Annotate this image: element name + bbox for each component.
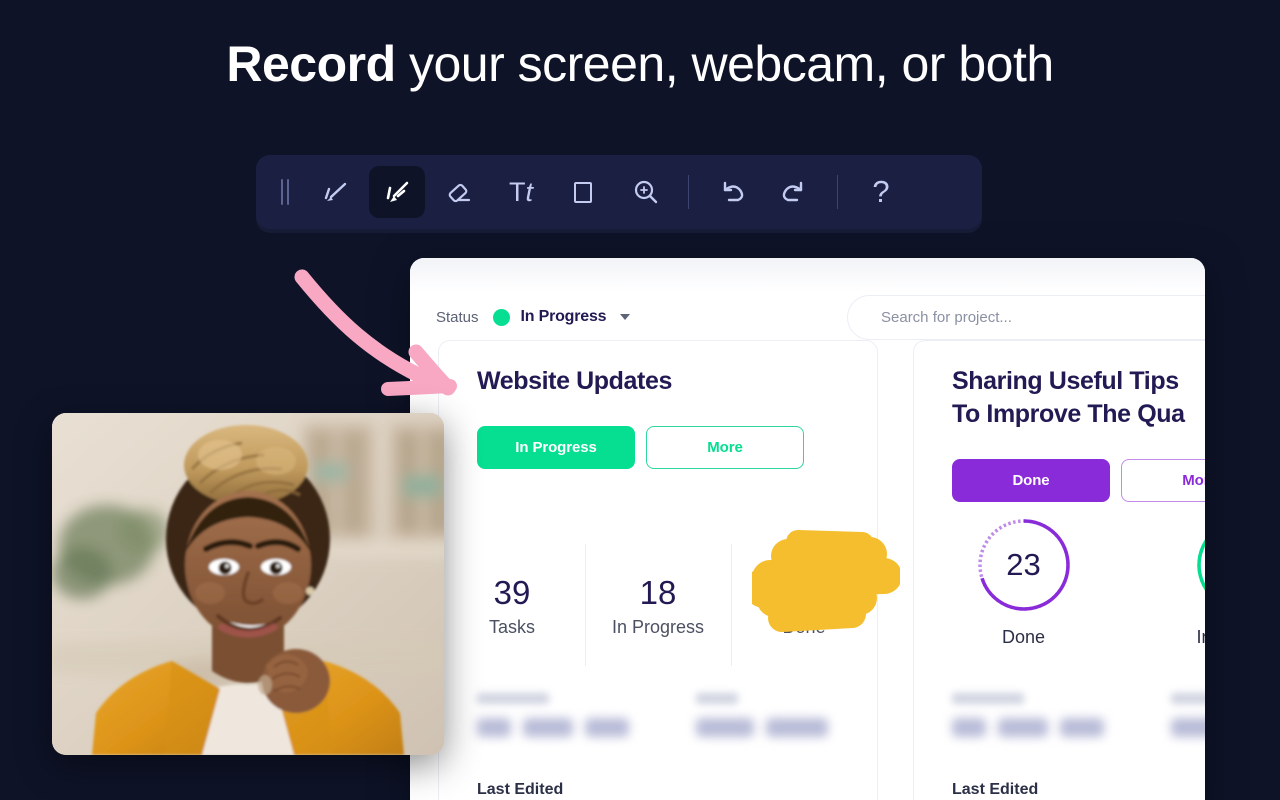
blurred-label xyxy=(696,693,738,704)
donut-chart: 39 xyxy=(1194,516,1206,614)
annotation-toolbar: Tt ? xyxy=(256,155,982,229)
blurred-value-row xyxy=(1171,718,1205,737)
status-button-in-progress[interactable]: In Progress xyxy=(477,426,635,469)
redo-button[interactable] xyxy=(766,166,822,218)
app-window: Status In Progress Search for project...… xyxy=(410,258,1205,800)
pen-tool[interactable] xyxy=(307,166,363,218)
card-title-line2: To Improve The Qua xyxy=(952,400,1185,428)
pen-icon xyxy=(324,182,347,201)
page-title-rest: your screen, webcam, or both xyxy=(395,36,1054,92)
status-label: Status xyxy=(436,308,479,326)
help-button[interactable]: ? xyxy=(853,166,909,218)
stat-tasks: 39 Tasks xyxy=(439,536,585,674)
blurred-label xyxy=(1171,693,1205,704)
screenshot-root: Record your screen, webcam, or both Stat… xyxy=(0,0,1280,800)
zoom-tool[interactable] xyxy=(617,166,673,218)
blurred-value-row xyxy=(952,718,1133,737)
card-title-line1: Sharing Useful Tips xyxy=(952,367,1179,395)
card-actions: Done More xyxy=(952,459,1205,502)
card-rings: 23 Done 39 In Progress xyxy=(914,516,1205,648)
help-glyph: ? xyxy=(872,174,890,209)
redo-icon xyxy=(782,181,803,202)
stat-done: 9 Done xyxy=(731,536,877,674)
card-meta-blurred xyxy=(439,693,877,737)
blurred-label xyxy=(952,693,1024,704)
last-edited-label: Last Edited xyxy=(477,781,564,798)
card-actions: In Progress More xyxy=(477,426,804,469)
ring-label: In Progress xyxy=(1196,627,1205,647)
ring-label: Done xyxy=(1001,627,1046,647)
stat-label: Tasks xyxy=(488,616,535,637)
card-title: Website Updates xyxy=(477,367,672,395)
blurred-chip xyxy=(585,718,629,737)
stat-value: 39 xyxy=(493,573,531,611)
status-dot-icon xyxy=(492,308,510,326)
status-value[interactable]: In Progress xyxy=(521,308,607,326)
more-button[interactable]: More xyxy=(646,426,804,469)
blurred-chip xyxy=(696,718,754,737)
toolbar-divider xyxy=(688,175,689,209)
blurred-chip xyxy=(952,718,986,737)
meta-column xyxy=(658,693,877,737)
highlighter-icon xyxy=(386,181,409,202)
search-input[interactable]: Search for project... xyxy=(847,295,1205,340)
blurred-label xyxy=(477,693,549,704)
undo-button[interactable] xyxy=(704,166,760,218)
eraser-tool[interactable] xyxy=(431,166,487,218)
page-title: Record your screen, webcam, or both xyxy=(0,34,1280,94)
blurred-chip xyxy=(1060,718,1104,737)
blurred-value-row xyxy=(477,718,658,737)
blurred-chip xyxy=(523,718,573,737)
drag-handle-icon[interactable] xyxy=(272,177,298,207)
stat-value: 9 xyxy=(794,573,814,611)
meta-column xyxy=(439,693,658,737)
page-title-bold: Record xyxy=(226,36,396,92)
stat-in-progress: 18 In Progress xyxy=(585,536,731,674)
ring-done: 23 Done xyxy=(914,516,1133,648)
annotation-toolbar-shadow: Tt ? xyxy=(256,155,982,233)
ring-in-progress: 39 In Progress xyxy=(1133,516,1205,648)
card-stats: 39 Tasks 18 In Progress 9 Done xyxy=(439,536,877,674)
highlighter-tool[interactable] xyxy=(369,166,425,218)
eraser-icon xyxy=(448,183,471,203)
blurred-value-row xyxy=(696,718,877,737)
card-meta-blurred xyxy=(914,693,1205,737)
text-tool-glyph: Tt xyxy=(508,176,533,207)
blurred-chip xyxy=(1171,718,1205,737)
undo-icon xyxy=(723,181,744,202)
more-button[interactable]: More xyxy=(1121,459,1205,502)
stat-label: Done xyxy=(782,616,826,637)
webcam-image xyxy=(52,413,444,755)
blurred-chip xyxy=(477,718,511,737)
card-title: Sharing Useful Tips To Improve The Qua xyxy=(952,365,1185,431)
last-edited-label: Last Edited xyxy=(952,781,1039,798)
webcam-overlay[interactable] xyxy=(52,413,444,755)
donut-chart: 23 xyxy=(975,516,1073,614)
stat-label: In Progress xyxy=(611,616,705,637)
toolbar-divider xyxy=(837,175,838,209)
status-button-done[interactable]: Done xyxy=(952,459,1110,502)
text-tool[interactable]: Tt xyxy=(493,166,549,218)
meta-column xyxy=(1133,693,1205,737)
rectangle-icon xyxy=(574,182,592,203)
project-card-sharing-useful-tips[interactable]: Sharing Useful Tips To Improve The Qua D… xyxy=(913,340,1205,800)
project-card-website-updates[interactable]: Website Updates In Progress More 39 Task… xyxy=(438,340,878,800)
stat-value: 18 xyxy=(639,573,677,611)
meta-column xyxy=(914,693,1133,737)
blurred-chip xyxy=(998,718,1048,737)
rectangle-tool[interactable] xyxy=(555,166,611,218)
magnifier-plus-icon xyxy=(634,180,658,204)
window-top-fade xyxy=(410,258,1205,292)
ring-value: 23 xyxy=(1006,547,1041,582)
ring-value: 39 xyxy=(1194,516,1206,614)
chevron-down-icon[interactable] xyxy=(620,314,631,320)
blurred-chip xyxy=(766,718,828,737)
